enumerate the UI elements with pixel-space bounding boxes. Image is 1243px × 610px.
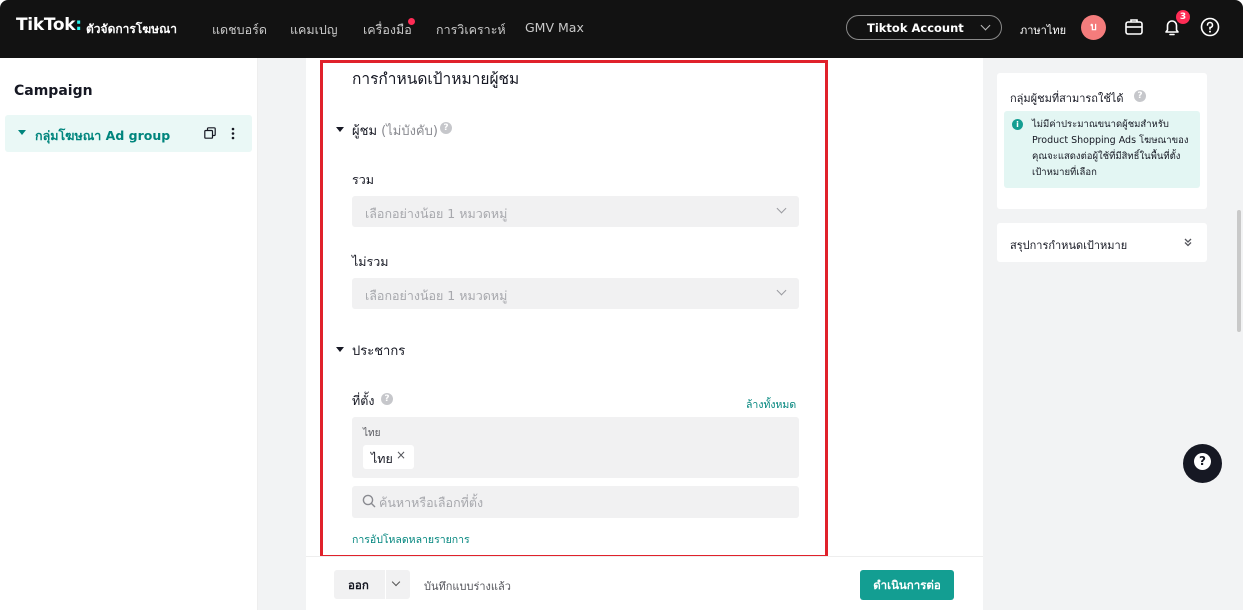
sidebar-title: Campaign [14, 83, 93, 99]
highlight-annotation-box [320, 60, 828, 558]
help-icon[interactable] [1199, 16, 1221, 38]
exit-button[interactable]: ออก [334, 570, 410, 599]
copy-icon[interactable] [204, 127, 216, 139]
info-icon: i [1012, 119, 1023, 130]
more-options-icon[interactable] [231, 127, 235, 140]
audience-info-box: i ไม่มีค่าประมาณขนาดผู้ชมสำหรับ Product … [1004, 111, 1200, 188]
sidebar-item-label: กลุ่มโฆษณา Ad group [35, 128, 171, 143]
audience-size-title: กลุ่มผู้ชมที่สามารถใช้ได้ [1010, 92, 1124, 105]
caret-down-icon[interactable] [18, 130, 26, 135]
nav-dashboard[interactable]: แดชบอร์ด [212, 20, 267, 40]
account-name: Tiktok Account [867, 21, 964, 35]
page-scrollbar[interactable] [1237, 210, 1241, 332]
top-navigation-bar: TikTok: ตัวจัดการโฆษณา แดชบอร์ด แคมเปญ เ… [0, 0, 1243, 58]
targeting-summary-card[interactable]: สรุปการกำหนดเป้าหมาย [997, 223, 1207, 262]
nav-analytics[interactable]: การวิเคราะห์ [436, 20, 506, 40]
notification-count-badge: 3 [1176, 10, 1190, 24]
help-floating-button[interactable]: ? [1183, 444, 1222, 483]
sidebar-item-ad-group[interactable]: กลุ่มโฆษณา Ad group [5, 115, 252, 152]
ads-manager-label: ตัวจัดการโฆษณา [86, 22, 177, 36]
chevron-down-icon[interactable] [391, 577, 401, 587]
question-icon[interactable]: ? [1134, 90, 1146, 102]
audience-info-text: ไม่มีค่าประมาณขนาดผู้ชมสำหรับ Product Sh… [1032, 119, 1189, 178]
tiktok-logo[interactable]: TikTok: [16, 15, 83, 35]
language-selector[interactable]: ภาษาไทย [1020, 21, 1066, 39]
continue-button[interactable]: ดำเนินการต่อ [860, 570, 954, 600]
nav-gmv-max[interactable]: GMV Max [525, 20, 584, 35]
nav-tools[interactable]: เครื่องมือ [363, 20, 412, 40]
targeting-summary-title: สรุปการกำหนดเป้าหมาย [1010, 239, 1128, 252]
campaign-sidebar: Campaign กลุ่มโฆษณา Ad group [0, 58, 258, 610]
avatar[interactable]: บ [1081, 15, 1106, 40]
briefcase-icon[interactable] [1123, 16, 1145, 38]
tools-notification-dot [408, 18, 415, 25]
double-chevron-down-icon[interactable] [1183, 237, 1193, 247]
account-selector[interactable]: Tiktok Account [846, 15, 1002, 40]
nav-campaign[interactable]: แคมเปญ [290, 20, 338, 40]
draft-saved-status: บันทึกแบบร่างแล้ว [424, 580, 511, 593]
exit-button-label: ออก [348, 578, 369, 592]
chevron-down-icon [980, 20, 991, 31]
split-divider [385, 570, 386, 599]
question-icon: ? [1194, 453, 1211, 470]
